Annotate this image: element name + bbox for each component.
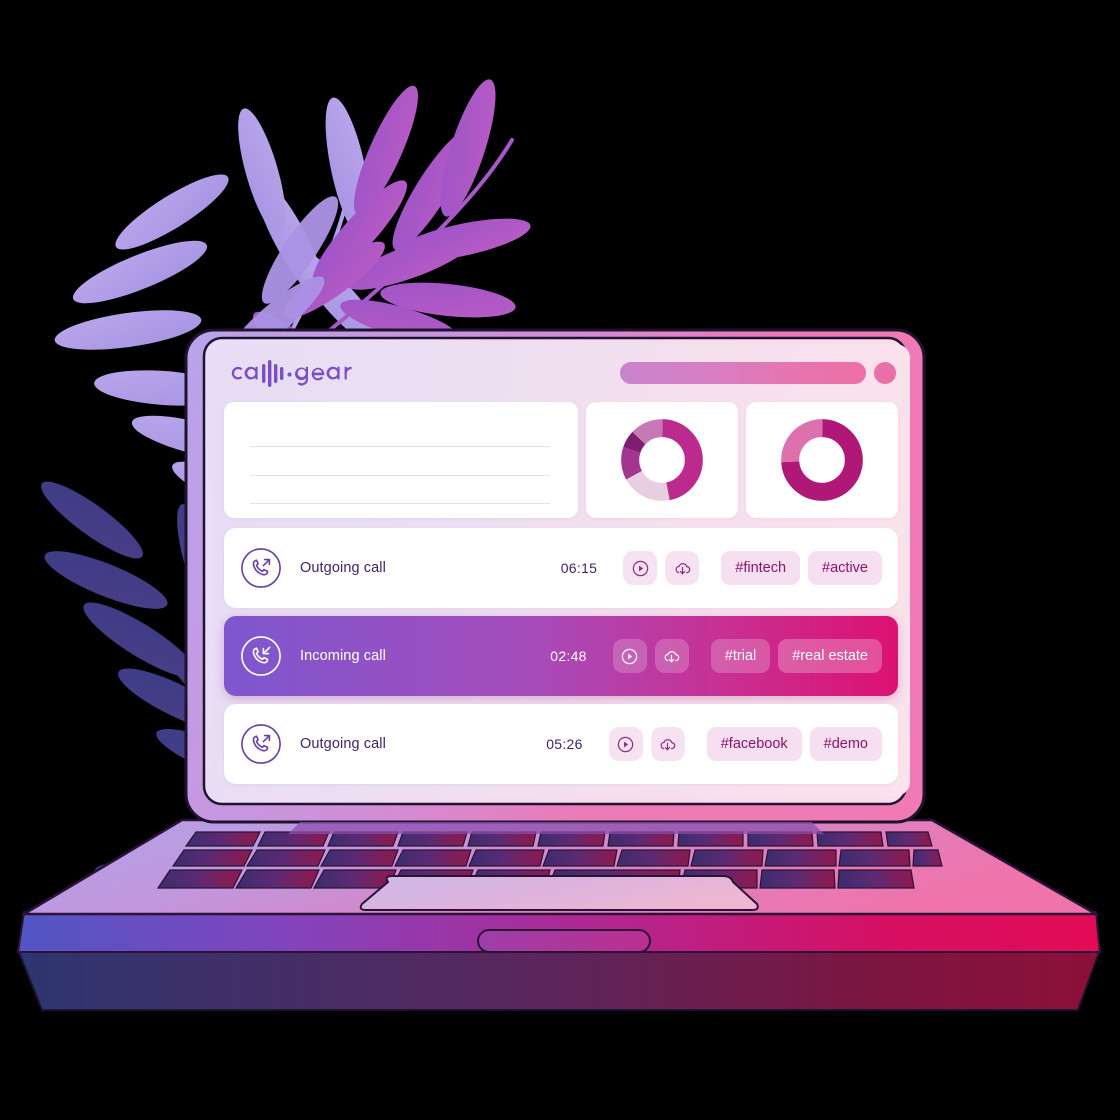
call-duration: 02:48 bbox=[550, 648, 587, 664]
illustration-stage: call·gear bbox=[0, 0, 1120, 1120]
call-row[interactable]: Incoming call 02:48 #trial #real estate bbox=[224, 616, 898, 696]
call-direction-label: Outgoing call bbox=[300, 560, 386, 576]
bar-group bbox=[250, 416, 550, 504]
play-icon bbox=[620, 647, 639, 666]
play-icon bbox=[631, 559, 650, 578]
call-row[interactable]: Outgoing call 06:15 #fintech #active bbox=[224, 528, 898, 608]
call-actions bbox=[623, 551, 700, 585]
call-duration: 05:26 bbox=[546, 736, 583, 752]
call-actions bbox=[608, 727, 685, 761]
tag-chip[interactable]: #real estate bbox=[778, 639, 882, 673]
call-tags: #facebook #demo bbox=[706, 727, 882, 761]
play-icon bbox=[616, 735, 635, 754]
donut-chart-2 bbox=[781, 419, 863, 501]
call-actions bbox=[612, 639, 689, 673]
call-list: Outgoing call 06:15 #fintech #active Incomin… bbox=[212, 518, 910, 784]
download-icon bbox=[673, 559, 692, 578]
laptop-hinge bbox=[288, 822, 824, 834]
call-tags: #trial #real estate bbox=[710, 639, 882, 673]
play-recording-button[interactable] bbox=[608, 727, 643, 761]
topbar-controls bbox=[620, 362, 896, 384]
callgear-logo[interactable]: call·gear bbox=[228, 358, 368, 388]
call-direction-label: Outgoing call bbox=[300, 736, 386, 752]
laptop-shadow-base bbox=[16, 949, 1102, 1011]
donut-segment-segment-2 bbox=[781, 419, 863, 501]
tag-chip[interactable]: #demo bbox=[809, 727, 882, 761]
call-outgoing-icon bbox=[240, 547, 282, 589]
play-recording-button[interactable] bbox=[623, 551, 658, 585]
tag-chip[interactable]: #facebook bbox=[706, 727, 802, 761]
laptop-front-notch bbox=[477, 929, 651, 953]
app-screen: call·gear bbox=[212, 344, 910, 796]
callgear-logo-icon bbox=[231, 360, 352, 387]
donut-chart-card-2[interactable] bbox=[746, 402, 898, 518]
trackpad[interactable] bbox=[359, 875, 759, 911]
download-recording-button[interactable] bbox=[665, 551, 700, 585]
call-incoming-icon bbox=[240, 635, 282, 677]
download-recording-button[interactable] bbox=[650, 727, 685, 761]
call-duration: 06:15 bbox=[560, 560, 598, 576]
donut-segment-segment-5 bbox=[621, 419, 703, 501]
tag-chip[interactable]: #active bbox=[808, 551, 882, 585]
bar-chart-card[interactable] bbox=[224, 402, 578, 518]
tag-chip[interactable]: #fintech bbox=[721, 551, 801, 585]
bar-chart bbox=[250, 416, 550, 504]
widgets-row bbox=[212, 402, 910, 518]
call-direction-label: Incoming call bbox=[300, 648, 386, 664]
call-tags: #fintech #active bbox=[721, 551, 882, 585]
play-recording-button[interactable] bbox=[612, 639, 647, 673]
download-icon bbox=[658, 735, 677, 754]
tag-chip[interactable]: #trial bbox=[710, 639, 771, 673]
search-input[interactable] bbox=[620, 362, 866, 384]
download-recording-button[interactable] bbox=[654, 639, 689, 673]
call-outgoing-icon bbox=[240, 723, 282, 765]
call-row[interactable]: Outgoing call 05:26 #facebook #demo bbox=[224, 704, 898, 784]
download-icon bbox=[662, 647, 681, 666]
app-topbar: call·gear bbox=[212, 344, 910, 402]
donut-chart-1 bbox=[621, 419, 703, 501]
profile-avatar[interactable] bbox=[874, 362, 896, 384]
donut-chart-card-1[interactable] bbox=[586, 402, 738, 518]
